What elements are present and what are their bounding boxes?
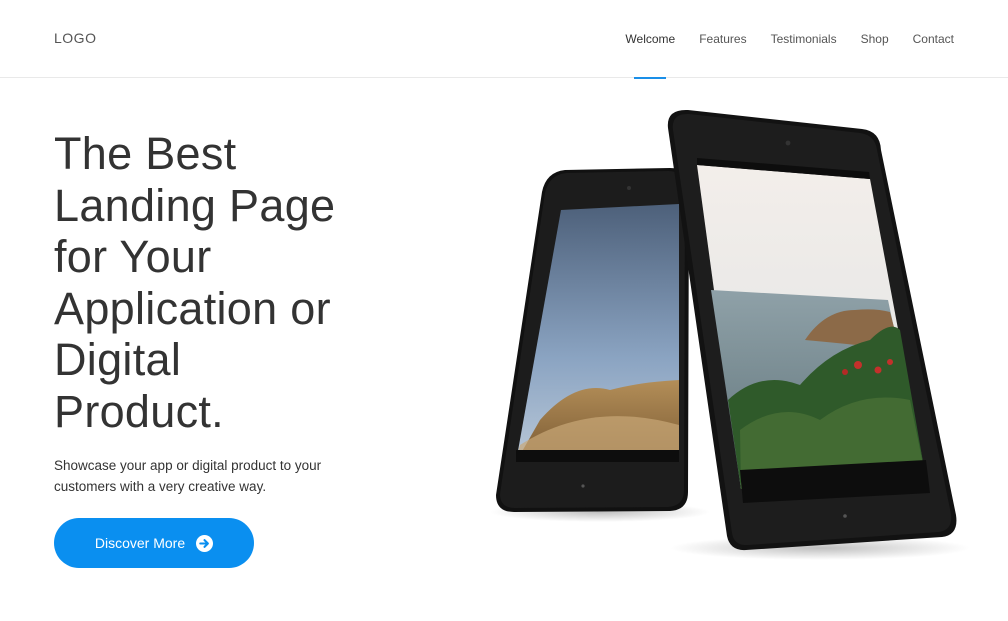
nav-features[interactable]: Features [699,0,746,78]
back-tablet [496,168,689,512]
discover-more-button[interactable]: Discover More [54,518,254,568]
hero-title-line: Landing Page [54,179,336,231]
hero-title-line: for Your [54,231,212,282]
hero-title: The Best Landing Page for Your Applicati… [54,128,414,437]
hero-title-line: Application or [54,282,331,334]
nav-contact[interactable]: Contact [913,0,954,78]
front-tablet [667,109,957,551]
main-nav: Welcome Features Testimonials Shop Conta… [601,0,954,78]
hero-title-line: The Best [54,128,237,179]
nav-shop[interactable]: Shop [861,0,889,78]
hero-title-line: Product. [54,385,224,437]
site-header: LOGO Welcome Features Testimonials Shop … [0,0,1008,78]
nav-testimonials[interactable]: Testimonials [771,0,837,78]
arrow-circle-right-icon [196,534,214,552]
hero-subtitle: Showcase your app or digital product to … [54,458,322,494]
discover-more-label: Discover More [94,535,186,551]
nav-welcome[interactable]: Welcome [625,0,675,78]
logo[interactable]: LOGO [54,30,96,46]
two-tablets-image [490,109,970,560]
hero-title-line: Digital [54,334,182,385]
